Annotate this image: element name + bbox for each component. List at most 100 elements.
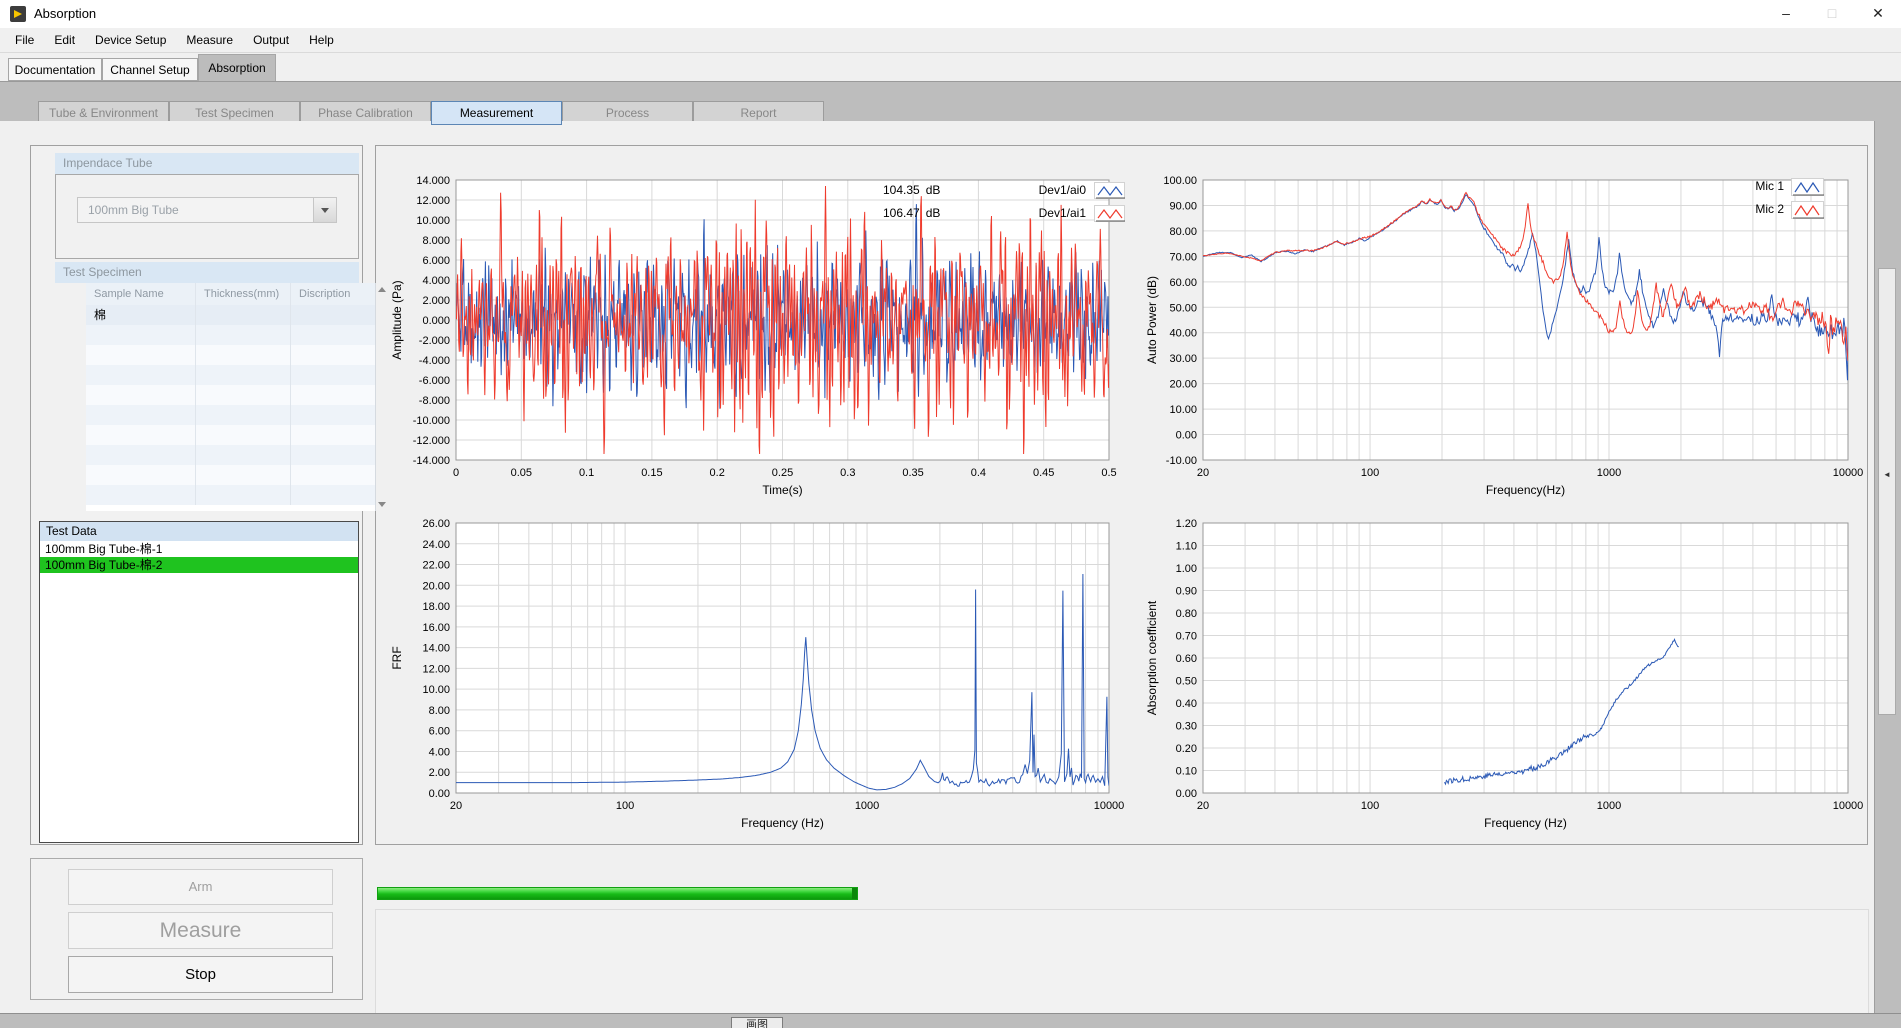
legend-label-dev1-ai1[interactable]: Dev1/ai1: [1001, 206, 1086, 220]
svg-text:0.35: 0.35: [902, 467, 923, 479]
svg-text:18.00: 18.00: [422, 601, 450, 613]
svg-text:4.00: 4.00: [429, 746, 450, 758]
subtab-measurement[interactable]: Measurement: [431, 101, 562, 125]
tab-channel-setup[interactable]: Channel Setup: [102, 58, 198, 81]
table-row[interactable]: 棉: [86, 305, 376, 325]
legend-label-mic-2[interactable]: Mic 2: [1716, 202, 1784, 216]
svg-text:0.00: 0.00: [1176, 788, 1197, 800]
legend-line-icon[interactable]: [1791, 201, 1824, 219]
svg-text:-8.000: -8.000: [419, 395, 450, 407]
svg-text:22.00: 22.00: [422, 560, 450, 572]
legend-line-icon[interactable]: [1791, 178, 1824, 196]
chart-time: -14.000-12.000-10.000-8.000-6.000-4.000-…: [386, 153, 1136, 503]
legend-line-icon[interactable]: [1094, 205, 1125, 222]
svg-text:FRF: FRF: [390, 646, 404, 669]
impedance-tube-groupbox: 100mm Big Tube: [55, 174, 359, 259]
impedance-tube-section-title: Impendace Tube: [55, 153, 359, 174]
tab-absorption[interactable]: Absorption: [198, 54, 276, 81]
svg-text:0.50: 0.50: [1176, 676, 1197, 688]
svg-text:-2.000: -2.000: [419, 335, 450, 347]
svg-text:16.00: 16.00: [422, 622, 450, 634]
svg-text:100: 100: [1361, 800, 1379, 812]
table-cell: [86, 325, 196, 345]
menu-edit[interactable]: Edit: [44, 28, 85, 52]
legend-label-dev1-ai0[interactable]: Dev1/ai0: [1001, 183, 1086, 197]
table-cell: [291, 325, 376, 345]
table-row-empty: [86, 365, 376, 385]
table-cell: [86, 365, 196, 385]
table-scrollbar[interactable]: [375, 283, 389, 511]
test-data-section-title: Test Data: [40, 522, 358, 541]
svg-text:60.00: 60.00: [1169, 277, 1197, 289]
tab-documentation[interactable]: Documentation: [8, 58, 102, 81]
test-data-box: Test Data 100mm Big Tube-棉-1100mm Big Tu…: [39, 521, 359, 843]
svg-text:1000: 1000: [1597, 467, 1621, 479]
test-specimen-section-title: Test Specimen: [55, 262, 359, 283]
chart-frf: 0.002.004.006.008.0010.0012.0014.0016.00…: [386, 498, 1136, 846]
tab-draw[interactable]: 画图: [731, 1017, 783, 1028]
menu-help[interactable]: Help: [299, 28, 344, 52]
svg-text:1.10: 1.10: [1176, 541, 1197, 553]
dropdown-arrow-button[interactable]: [313, 198, 336, 222]
test-data-item[interactable]: 100mm Big Tube-棉-1: [40, 541, 358, 557]
menu-measure[interactable]: Measure: [176, 28, 243, 52]
svg-text:0.20: 0.20: [1176, 743, 1197, 755]
table-row-empty: [86, 405, 376, 425]
svg-text:6.000: 6.000: [422, 255, 450, 267]
zigzag-line-icon: [1095, 206, 1126, 223]
svg-text:0.30: 0.30: [1176, 721, 1197, 733]
stop-button[interactable]: Stop: [68, 956, 333, 993]
svg-text:0.00: 0.00: [429, 788, 450, 800]
svg-text:24.00: 24.00: [422, 539, 450, 551]
scroll-down-icon[interactable]: [378, 502, 386, 507]
table-cell: [86, 405, 196, 425]
svg-text:6.00: 6.00: [429, 726, 450, 738]
svg-text:Amplitude (Pa): Amplitude (Pa): [390, 280, 404, 359]
table-cell: [196, 445, 291, 465]
svg-text:0.5: 0.5: [1101, 467, 1116, 479]
menu-file[interactable]: File: [5, 28, 44, 52]
svg-text:2.000: 2.000: [422, 295, 450, 307]
svg-text:20: 20: [1197, 467, 1209, 479]
svg-text:0.25: 0.25: [772, 467, 793, 479]
table-cell: [291, 445, 376, 465]
table-cell: [291, 385, 376, 405]
front-panel: Impendace Tube 100mm Big Tube Test Speci…: [0, 121, 1875, 1013]
level-readout: 104.35 dB: [883, 183, 940, 197]
test-data-item[interactable]: 100mm Big Tube-棉-2: [40, 557, 358, 573]
legend-label-mic-1[interactable]: Mic 1: [1716, 179, 1784, 193]
svg-text:Frequency (Hz): Frequency (Hz): [1484, 816, 1567, 830]
sidebar: Impendace Tube 100mm Big Tube Test Speci…: [30, 145, 363, 845]
table-row-empty: [86, 345, 376, 365]
svg-text:0.60: 0.60: [1176, 653, 1197, 665]
scroll-up-icon[interactable]: [378, 287, 386, 292]
menu-device-setup[interactable]: Device Setup: [85, 28, 176, 52]
legend-line-icon[interactable]: [1094, 182, 1125, 199]
chart-panel: -14.000-12.000-10.000-8.000-6.000-4.000-…: [375, 145, 1868, 845]
zigzag-line-icon: [1792, 179, 1825, 197]
svg-text:0.70: 0.70: [1176, 631, 1197, 643]
menu-output[interactable]: Output: [243, 28, 299, 52]
table-cell: [196, 405, 291, 425]
sub-tab-band: Tube & EnvironmentTest SpecimenPhase Cal…: [0, 81, 1901, 122]
arm-button: Arm: [68, 869, 333, 905]
svg-text:10.000: 10.000: [416, 215, 450, 227]
svg-text:Time(s): Time(s): [762, 483, 802, 497]
minimize-button[interactable]: –: [1763, 0, 1809, 28]
table-cell: [86, 445, 196, 465]
svg-text:20: 20: [1197, 800, 1209, 812]
svg-text:14.000: 14.000: [416, 175, 450, 187]
tube-select-dropdown[interactable]: 100mm Big Tube: [77, 197, 337, 223]
svg-text:0.05: 0.05: [511, 467, 532, 479]
zigzag-line-icon: [1792, 202, 1825, 220]
table-row-empty: [86, 465, 376, 485]
svg-text:Absorption coefficient: Absorption coefficient: [1145, 600, 1159, 715]
test-specimen-table: Sample NameThickness(mm)Discription棉: [86, 283, 389, 511]
svg-text:0.2: 0.2: [710, 467, 725, 479]
svg-text:10000: 10000: [1833, 467, 1864, 479]
right-splitter[interactable]: ◄: [1878, 268, 1896, 715]
svg-text:0.15: 0.15: [641, 467, 662, 479]
svg-text:80.00: 80.00: [1169, 226, 1197, 238]
close-button[interactable]: ✕: [1855, 0, 1901, 28]
application-window: Absorption – □ ✕ FileEditDevice SetupMea…: [0, 0, 1901, 1028]
